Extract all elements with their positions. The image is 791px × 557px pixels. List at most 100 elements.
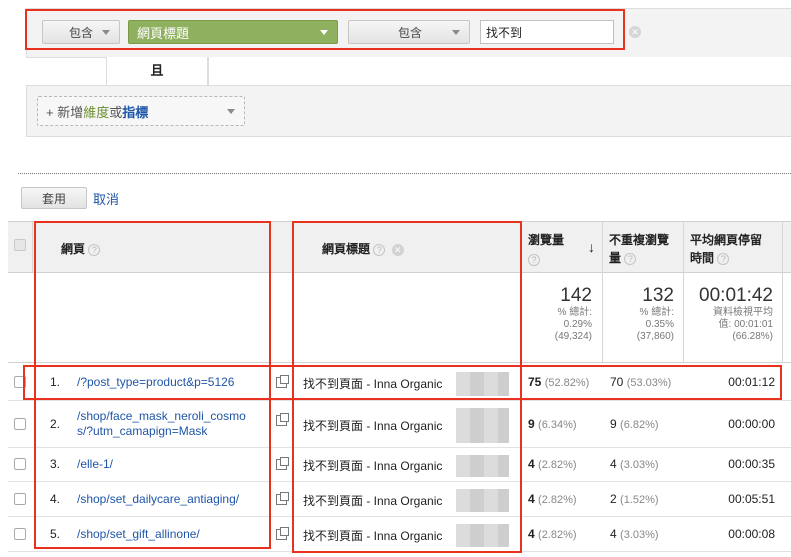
help-icon[interactable]: ? <box>717 252 730 265</box>
row-index: 5. <box>50 526 61 541</box>
pageviews-cell: 4 (2.82%) <box>528 492 577 506</box>
page-title-cell: 找不到頁面 - Inna Organic <box>303 418 443 433</box>
header-unique-l1: 不重複瀏覽 <box>609 233 670 247</box>
row-checkbox[interactable] <box>14 376 26 388</box>
dropdown-caret-icon <box>227 109 235 114</box>
dimension-select[interactable]: 網頁標題 <box>128 20 338 44</box>
include-select-1[interactable]: 包含 <box>42 20 120 44</box>
include-select-1-label: 包含 <box>69 25 94 40</box>
add-metric-word: 指標 <box>122 104 149 120</box>
page-link-line1: /shop/set_dailycare_antiaging/ <box>77 491 240 506</box>
unique-pageviews-cell: 4 (3.03%) <box>610 527 659 541</box>
row-checkbox[interactable] <box>14 458 26 470</box>
pageviews-value: 4 <box>528 457 535 471</box>
header-pageviews[interactable]: 瀏覽量 ↓ ? <box>528 231 600 266</box>
avg-time-cell: 00:00:35 <box>728 457 775 471</box>
unique-pageviews-cell: 9 (6.82%) <box>610 417 659 431</box>
pageviews-value: 4 <box>528 526 535 541</box>
row-checkbox[interactable] <box>14 492 26 505</box>
total-unique: 132 <box>642 285 674 306</box>
header-unique-pageviews[interactable]: 不重複瀏覽 量 ? <box>609 231 669 267</box>
pageviews-cell: 4 (2.82%) <box>528 527 577 541</box>
row-index: 2. <box>50 416 61 431</box>
page-link-line1: /elle-1/ <box>77 457 114 471</box>
pageviews-cell: 4 (2.82%) <box>528 457 577 471</box>
unique-pageviews-cell: 2 (1.52%) <box>610 492 659 506</box>
pageviews-pct: (2.82%) <box>538 459 577 471</box>
sort-desc-icon[interactable]: ↓ <box>588 239 595 255</box>
pageviews-pct: (6.34%) <box>538 418 577 431</box>
open-external-icon[interactable] <box>276 375 289 388</box>
open-external-icon[interactable] <box>276 526 289 540</box>
dropdown-caret-icon <box>320 30 328 35</box>
total-avg-time: 00:01:42 <box>699 285 773 306</box>
row-divider <box>8 551 791 552</box>
header-unique-l2: 量 <box>609 251 622 265</box>
dropdown-caret-icon <box>452 30 460 35</box>
unique-value: 2 <box>610 491 617 506</box>
help-icon[interactable]: ? <box>88 243 101 256</box>
open-external-icon[interactable] <box>276 457 289 470</box>
redacted-text <box>456 455 509 477</box>
remove-dimension-icon[interactable]: ✕ <box>391 243 404 256</box>
totals-unique: 132 % 總計: 0.35% (37,860) <box>604 285 674 343</box>
help-icon[interactable]: ? <box>624 252 637 265</box>
dropdown-caret-icon <box>102 30 110 35</box>
unique-pct: (3.03%) <box>620 528 659 541</box>
row-index: 1. <box>50 375 61 389</box>
apply-button-label: 套用 <box>41 191 66 206</box>
page-link[interactable]: /shop/set_dailycare_antiaging/ <box>77 492 269 507</box>
page-link-line1: /?post_type=product&p=5126 <box>77 375 235 389</box>
include-select-2-label: 包含 <box>398 25 423 40</box>
help-icon[interactable]: ? <box>528 253 540 266</box>
page-link[interactable]: /elle-1/ <box>77 457 269 472</box>
total-upv-label: % 總計: <box>639 307 674 318</box>
include-select-2[interactable]: 包含 <box>348 20 470 44</box>
and-tab: 且 <box>106 57 208 86</box>
header-page-title[interactable]: 網頁標題 ? ✕ <box>322 240 404 257</box>
row-checkbox[interactable] <box>14 417 26 430</box>
filter-query-input[interactable]: 找不到 <box>480 20 614 44</box>
header-page-label: 網頁 <box>61 242 86 256</box>
row-checkbox[interactable] <box>14 527 26 540</box>
avg-time-cell: 00:00:08 <box>728 526 775 541</box>
unique-pct: (6.82%) <box>620 418 659 431</box>
redacted-text <box>456 489 509 512</box>
open-external-icon[interactable] <box>276 491 289 505</box>
add-dimension-or-metric-select[interactable]: + 新增 維度 或 指標 <box>37 96 245 126</box>
page-link[interactable]: /?post_type=product&p=5126 <box>77 375 269 390</box>
help-icon[interactable]: ? <box>373 243 386 256</box>
header-page[interactable]: 網頁 ? <box>61 240 101 257</box>
unique-value: 9 <box>610 416 617 431</box>
page-title-cell: 找不到頁面 - Inna Organic <box>303 528 443 543</box>
page-link[interactable]: /shop/face_mask_neroli_cosmo s/?utm_cama… <box>77 409 269 439</box>
divider <box>18 173 791 174</box>
select-all-checkbox[interactable] <box>14 239 26 251</box>
unique-pct: (53.03%) <box>626 377 672 389</box>
row-index: 4. <box>50 491 61 506</box>
unique-pageviews-cell: 70 (53.03%) <box>610 375 671 389</box>
totals-pageviews: 142 % 總計: 0.29% (49,324) <box>522 285 592 343</box>
header-avg-l2: 時間 <box>690 251 715 265</box>
row-index: 3. <box>50 457 61 471</box>
apply-button[interactable]: 套用 <box>21 187 87 209</box>
unique-value: 4 <box>610 526 617 541</box>
remove-filter-symbol: ✕ <box>631 27 639 37</box>
header-avg-l1: 平均網頁停留 <box>690 233 763 247</box>
and-bar <box>208 57 791 86</box>
page-link-line2: s/?utm_camapign=Mask <box>77 423 208 438</box>
header-page-title-label: 網頁標題 <box>322 242 371 256</box>
total-pv-all: (49,324) <box>554 331 592 342</box>
redacted-text <box>456 408 509 443</box>
pageviews-pct: (52.82%) <box>544 377 590 389</box>
open-external-icon[interactable] <box>276 412 289 426</box>
page-link[interactable]: /shop/set_gift_allinone/ <box>77 527 269 542</box>
pageviews-cell: 75 (52.82%) <box>528 375 589 389</box>
header-avg-time[interactable]: 平均網頁停留 時間 ? <box>690 231 762 267</box>
pageviews-pct: (2.82%) <box>538 493 577 506</box>
total-pv-pct: 0.29% <box>563 319 592 330</box>
cancel-link[interactable]: 取消 <box>93 189 119 208</box>
remove-filter-icon[interactable]: ✕ <box>629 26 641 38</box>
page-title-cell: 找不到頁面 - Inna Organic <box>303 377 443 391</box>
pageviews-cell: 9 (6.34%) <box>528 417 577 431</box>
